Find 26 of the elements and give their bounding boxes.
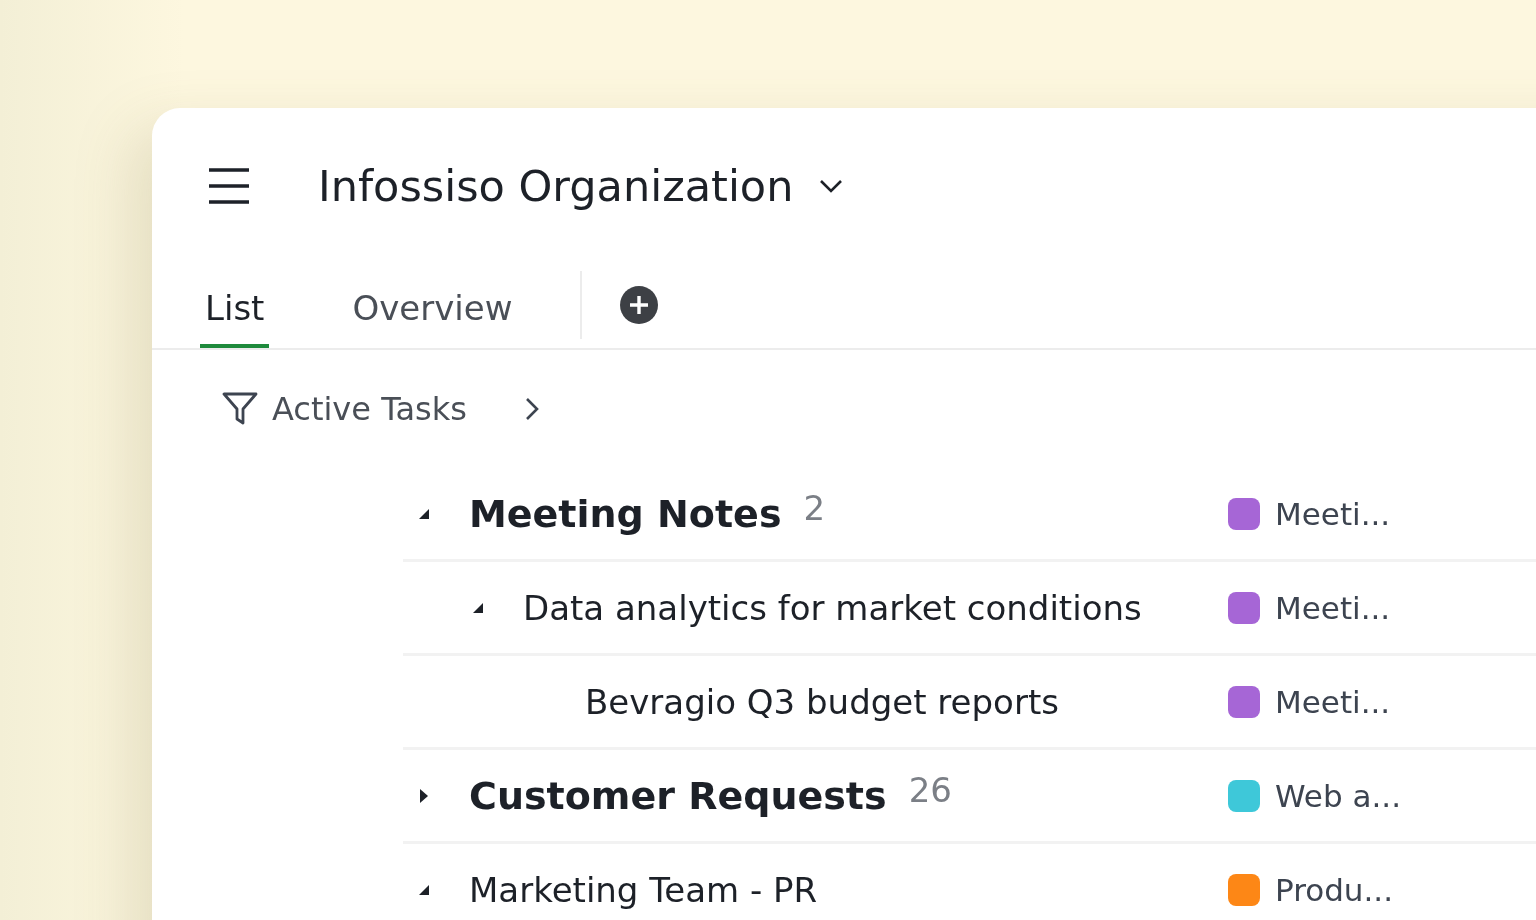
group-title: Meeting Notes (469, 491, 782, 536)
add-icon[interactable] (619, 286, 658, 324)
chevron-right-icon[interactable] (524, 397, 539, 421)
tag-label: Meeti... (1275, 683, 1391, 720)
group-title: Customer Requests (469, 773, 887, 818)
filter-icon[interactable] (222, 391, 258, 427)
task-row[interactable]: Marketing Team - PR Produ... (403, 844, 1536, 920)
organization-title[interactable]: Infossiso Organization (318, 161, 794, 211)
task-row[interactable]: Bevragio Q3 budget reports Meeti... (403, 656, 1536, 750)
tab[interactable]: List (200, 262, 270, 348)
task-row[interactable]: Data analytics for market conditions Meeti... (403, 562, 1536, 656)
filter-label[interactable]: Active Tasks (272, 390, 467, 428)
group-row[interactable]: Customer Requests 26 Web a... (403, 750, 1536, 844)
tag-label: Meeti... (1275, 495, 1391, 532)
tag-label: Meeti... (1275, 589, 1391, 626)
tab[interactable]: Overview (347, 262, 518, 348)
task-count: 2 (803, 487, 826, 528)
task-count: 26 (908, 769, 952, 810)
tag-label: Web a... (1275, 777, 1401, 814)
task-title: Data analytics for market conditions (523, 587, 1142, 628)
group-row[interactable]: Meeting Notes 2 Meeti... (403, 468, 1536, 562)
task-title: Marketing Team - PR (469, 869, 818, 910)
chevron-down-icon[interactable] (819, 179, 844, 193)
task-title: Bevragio Q3 budget reports (585, 681, 1059, 722)
menu-icon[interactable] (208, 168, 250, 204)
tag-label: Produ... (1275, 871, 1394, 908)
